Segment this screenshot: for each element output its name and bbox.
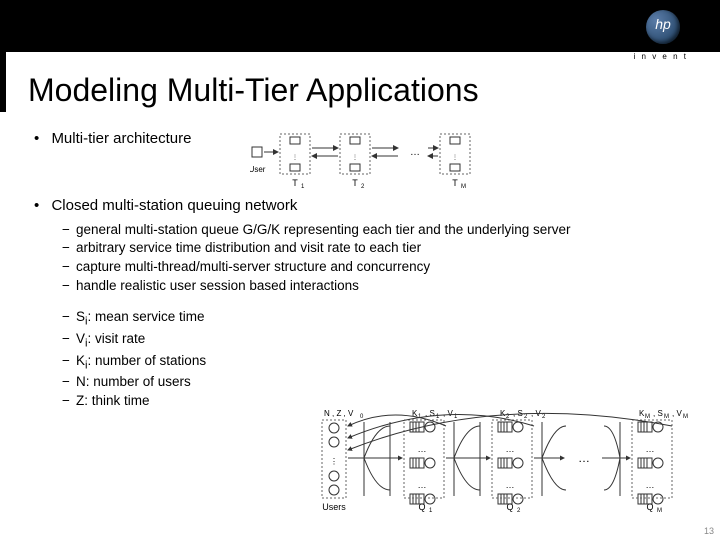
svg-text:Q: Q [418, 502, 425, 512]
svg-text:N , Z , V: N , Z , V [324, 409, 354, 418]
bullet-text: Multi-tier architecture [51, 130, 191, 147]
figure-multi-tier: ⋮ User T1 T2 TM … [250, 132, 500, 188]
header-bar [0, 0, 720, 52]
var-letter: K [76, 353, 85, 368]
svg-text:2: 2 [524, 414, 528, 420]
svg-text:2: 2 [542, 414, 546, 420]
svg-text:, V: , V [672, 409, 682, 418]
dash-icon: − [62, 393, 76, 410]
svg-text:T: T [292, 178, 298, 188]
list-item: − handle realistic user session based in… [62, 278, 684, 295]
figure-queuing-network: … … N , Z , V0 K1 , S1 , V1 K2 , S2 , V2… [294, 408, 704, 512]
svg-text:Users: Users [322, 502, 346, 512]
hp-logo-icon [646, 10, 680, 44]
fig1-user-label: User [250, 165, 266, 174]
svg-text:0: 0 [360, 414, 364, 420]
sub-text: Z: think time [76, 393, 150, 410]
page-number: 13 [704, 526, 714, 536]
bullet-dot-icon: • [34, 130, 39, 147]
dash-icon: − [62, 278, 76, 295]
svg-text:M: M [664, 414, 669, 420]
dash-icon: − [62, 309, 76, 329]
svg-text:Q: Q [646, 502, 653, 512]
dash-icon: − [62, 240, 76, 257]
svg-text:1: 1 [301, 184, 305, 188]
sub-bullets-group-2: − Si: mean service time − Vi: visit rate… [62, 309, 684, 410]
sub-text: Ki: number of stations [76, 353, 206, 373]
dash-icon: − [62, 222, 76, 239]
left-accent-bar [0, 52, 6, 112]
var-desc: : visit rate [88, 331, 146, 346]
bullet-dot-icon: • [34, 197, 39, 214]
var-desc: : number of stations [88, 353, 207, 368]
var-desc: : mean service time [88, 309, 205, 324]
dash-icon: − [62, 331, 76, 351]
sub-text: N: number of users [76, 374, 191, 391]
list-item: − capture multi-thread/multi-server stru… [62, 259, 684, 276]
svg-text:T: T [352, 178, 358, 188]
svg-text:M: M [657, 508, 662, 512]
svg-text:2: 2 [517, 508, 521, 512]
dash-icon: − [62, 259, 76, 276]
list-item: − Si: mean service time [62, 309, 684, 329]
dash-icon: − [62, 374, 76, 391]
var-letter: S [76, 309, 85, 324]
sub-text: handle realistic user session based inte… [76, 278, 359, 295]
svg-text:M: M [683, 414, 688, 420]
list-item: − general multi-station queue G/G/K repr… [62, 222, 684, 239]
svg-text:M: M [645, 414, 650, 420]
sub-text: Si: mean service time [76, 309, 205, 329]
sub-text: arbitrary service time distribution and … [76, 240, 421, 257]
list-item: − Ki: number of stations [62, 353, 684, 373]
list-item: − N: number of users [62, 374, 684, 391]
svg-text:T: T [452, 178, 458, 188]
svg-text:1: 1 [429, 508, 433, 512]
dash-icon: − [62, 353, 76, 373]
svg-text:…: … [410, 147, 420, 158]
svg-text:…: … [578, 451, 590, 465]
bullet-queuing: • Closed multi-station queuing network [34, 197, 684, 216]
var-letter: V [76, 331, 85, 346]
svg-text:⋮: ⋮ [330, 457, 338, 466]
logo-tagline: i n v e n t [634, 52, 688, 61]
svg-text:M: M [461, 184, 466, 188]
sub-bullets-group-1: − general multi-station queue G/G/K repr… [62, 222, 684, 296]
sub-text: Vi: visit rate [76, 331, 145, 351]
svg-text:2: 2 [361, 184, 365, 188]
svg-text:Q: Q [506, 502, 513, 512]
svg-text:, V: , V [443, 409, 453, 418]
svg-text:, S: , S [653, 409, 663, 418]
list-item: − arbitrary service time distribution an… [62, 240, 684, 257]
sub-text: general multi-station queue G/G/K repres… [76, 222, 571, 239]
sub-text: capture multi-thread/multi-server struct… [76, 259, 430, 276]
list-item: − Vi: visit rate [62, 331, 684, 351]
slide-title: Modeling Multi-Tier Applications [28, 72, 479, 109]
bullet-text: Closed multi-station queuing network [51, 197, 297, 214]
